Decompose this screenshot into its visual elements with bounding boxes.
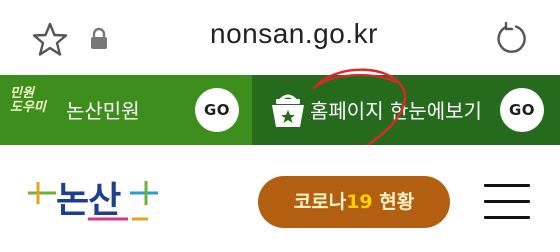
browser-address-bar: nonsan.go.kr [0,0,560,75]
menu-line [484,216,530,219]
corona-label-number: 19 [346,191,373,213]
reload-button[interactable] [492,20,530,58]
quick-link-banner: 민원 도우미 논산민원 GO 홈페이지 한눈에보기 GO [0,75,560,145]
homepage-overview-link[interactable]: 홈페이지 한눈에보기 GO [252,75,560,145]
corona-label-prefix: 코로나 [293,191,347,213]
nonsan-minwon-link[interactable]: 민원 도우미 논산민원 GO [0,75,252,145]
minwon-label: 논산민원 [66,99,140,123]
menu-line [484,184,530,187]
minwon-go-button[interactable]: GO [195,88,239,132]
menu-line [484,200,530,203]
url-text[interactable]: nonsan.go.kr [210,18,378,50]
corona-label-suffix: 현황 [372,191,415,213]
corona19-status-button[interactable]: 코로나19 현황 [258,176,450,228]
homepage-go-button[interactable]: GO [500,88,544,132]
minwon-helper-logo: 민원 도우미 [10,87,66,133]
homepage-overview-label: 홈페이지 한눈에보기 [310,99,482,123]
minwon-logo-line-1: 민원 [10,86,34,101]
star-icon [32,22,68,56]
basket-icon [268,85,308,131]
city-logo-text: 논산 [56,180,121,221]
bookmark-star-button[interactable] [30,20,70,60]
minwon-logo-line-2: 도우미 [10,100,46,115]
hamburger-icon[interactable] [482,178,532,226]
site-header: 논산 코로나19 현황 [0,145,560,252]
nonsan-city-logo[interactable]: 논산 [28,167,158,227]
lock-icon [88,26,110,52]
reload-icon [497,21,526,53]
